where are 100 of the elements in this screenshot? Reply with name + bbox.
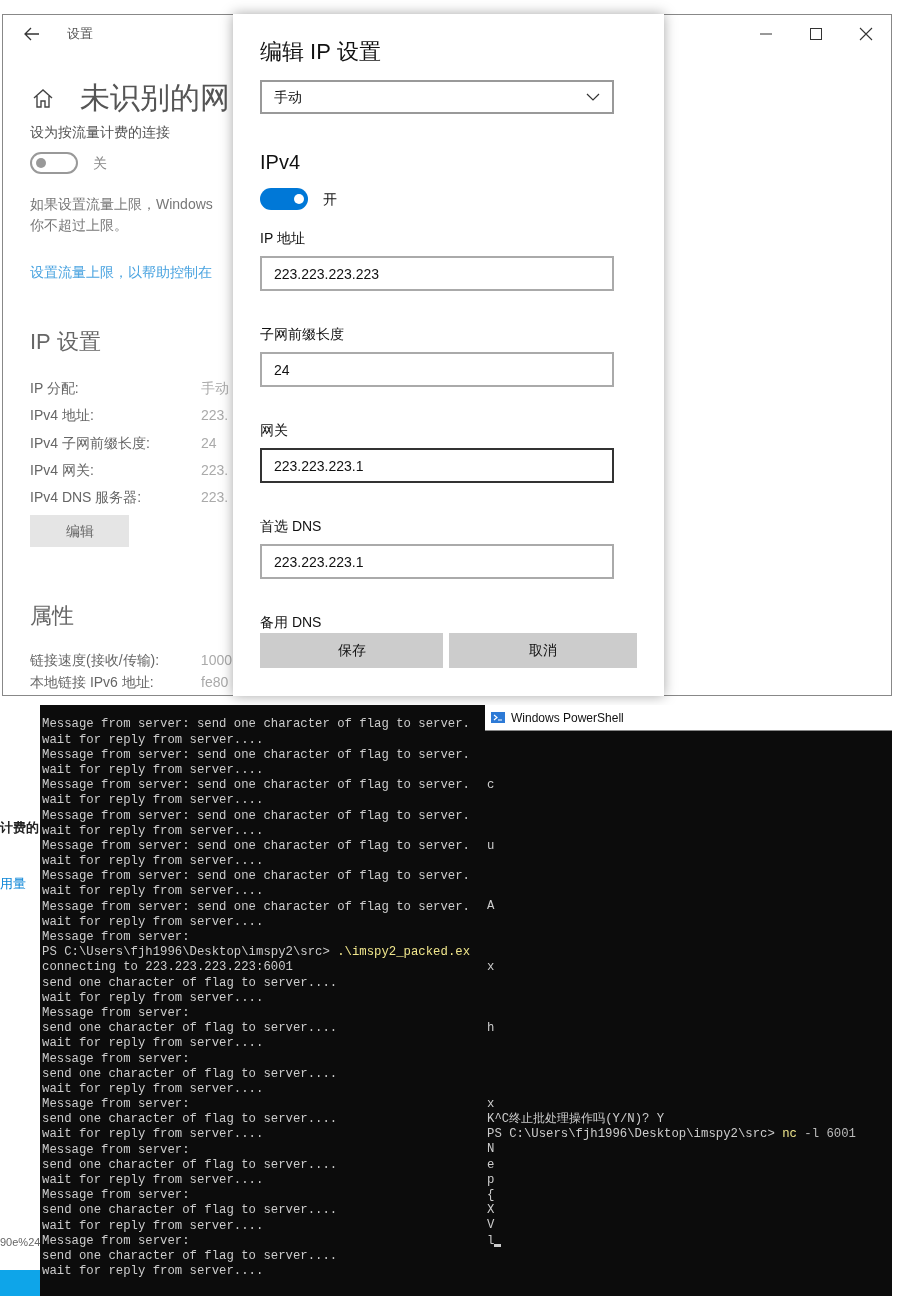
- property-label: 链接速度(接收/传输):: [30, 651, 161, 670]
- console-text: send one character of flag to server....: [42, 1021, 338, 1036]
- console-text: x: [487, 1096, 495, 1111]
- field-label: IP 地址: [260, 229, 306, 248]
- console-text: c: [487, 777, 495, 792]
- close-icon: [859, 27, 873, 41]
- text-fragment: 计费的: [0, 820, 39, 836]
- console-text: N: [487, 1142, 495, 1157]
- console-text: wait for reply from server....: [42, 1036, 264, 1051]
- text-field[interactable]: 24: [260, 352, 614, 387]
- section-heading: 属性: [30, 602, 75, 631]
- property-value: fe80: [201, 673, 229, 692]
- console-command: nc: [782, 1127, 797, 1143]
- console-text: wait for reply from server....: [42, 823, 264, 838]
- console-text: wait for reply from server....: [42, 1218, 264, 1233]
- console-text: wait for reply from server....: [42, 854, 264, 869]
- console-text: wait for reply from server....: [42, 914, 264, 929]
- console-text: Message from server:: [42, 1005, 190, 1020]
- taskbar-strip: [0, 1270, 40, 1296]
- property-label: IPv4 网关:: [30, 461, 95, 481]
- section-heading: IP 设置: [30, 328, 102, 356]
- page-title: 未识别的网: [80, 80, 230, 116]
- property-value: 223.: [201, 488, 229, 508]
- console-text: Message from server: send one character of flag to server.: [42, 778, 470, 793]
- save-button[interactable]: 保存: [260, 633, 443, 668]
- console-text: e: [487, 1157, 495, 1172]
- console-text: Message from server:: [42, 930, 190, 944]
- property-value: 1000: [200, 651, 232, 670]
- toggle-label: 开: [323, 189, 337, 209]
- field-label: 子网前缀长度: [260, 325, 345, 344]
- field-label: 备用 DNS: [260, 613, 323, 632]
- window-title: 设置: [67, 25, 93, 44]
- setting-label: 设为按流量计费的连接: [30, 123, 171, 142]
- property-label: IPv4 子网前缀长度:: [30, 433, 151, 453]
- console-text: send one character of flag to server....: [42, 1157, 338, 1172]
- console-text: send one character of flag to server....: [42, 1112, 338, 1127]
- console-text: Message from server: send one character of flag to server.: [42, 808, 470, 823]
- property-value: 手动: [201, 379, 229, 399]
- window-title: Windows PowerShell: [511, 709, 624, 727]
- mode-dropdown[interactable]: 手动: [260, 80, 614, 114]
- console-text: wait for reply from server....: [42, 990, 264, 1005]
- console-text: x: [487, 960, 495, 975]
- console-text: wait for reply from server....: [42, 1173, 264, 1187]
- console-text: wait for reply from server....: [42, 1127, 264, 1142]
- console-text: send one character of flag to server....: [42, 1066, 338, 1081]
- console-text: send one character of flag to server....: [42, 975, 338, 990]
- text-field[interactable]: 223.223.223.1: [260, 448, 614, 483]
- dialog-title: 编辑 IP 设置: [260, 38, 382, 66]
- property-value: 24: [201, 433, 217, 453]
- console-text: wait for reply from server....: [42, 1264, 264, 1279]
- console-args: -l 6001: [803, 1127, 856, 1143]
- console-text: wait for reply from server....: [42, 762, 264, 777]
- console-text: X: [487, 1203, 495, 1218]
- property-value: 223.: [201, 461, 229, 481]
- maximize-icon: [809, 27, 823, 41]
- console-text: Message from server:: [42, 1142, 190, 1157]
- console-text: Message from server:: [42, 1051, 190, 1066]
- toggle-switch[interactable]: [260, 188, 308, 210]
- section-heading: IPv4: [260, 150, 302, 175]
- home-icon: [32, 88, 54, 108]
- console-text: send one character of flag to server....: [42, 1203, 338, 1218]
- console-text: Message from server:: [42, 1188, 190, 1203]
- property-value: 223.: [201, 406, 229, 426]
- console-text: u: [487, 838, 495, 853]
- text-field[interactable]: 223.223.223.223: [260, 256, 614, 291]
- console-command: .\imspy2_packed.ex: [337, 945, 470, 961]
- console-text: connecting to 223.223.223.223:6001: [42, 960, 293, 975]
- field-label: 首选 DNS: [260, 517, 323, 536]
- console-prompt: PS C:\Users\fjh1996\Desktop\imspy2\src>: [42, 945, 331, 961]
- property-label: IPv4 地址:: [30, 406, 95, 426]
- console-text: Message from server:: [42, 1097, 190, 1112]
- text-fragment: 90e%24: [0, 1235, 41, 1250]
- field-label: 网关: [260, 421, 289, 440]
- text-cursor: [494, 1243, 502, 1247]
- terminal-icon: [491, 712, 505, 723]
- console-text: wait for reply from server....: [42, 884, 264, 899]
- console-text: Message from server: send one character of flag to server.: [42, 747, 470, 762]
- console-text: wait for reply from server....: [42, 793, 264, 808]
- console-text: Message from server: send one character of flag to server.: [42, 838, 470, 853]
- text-field[interactable]: 223.223.223.1: [260, 544, 614, 579]
- console-text: K^C终止批处理操作吗(Y/N)? Y: [487, 1112, 665, 1127]
- console-text: Message from server:: [42, 1233, 190, 1248]
- description-text: 如果设置流量上限，Windows 你不超过上限。: [30, 195, 214, 235]
- console-text: l: [487, 1233, 495, 1249]
- console-prompt: PS C:\Users\fjh1996\Desktop\imspy2\src>: [487, 1127, 776, 1143]
- console-text: wait for reply from server....: [42, 732, 264, 747]
- console-text: Message from server: send one character of flag to server.: [42, 717, 470, 732]
- console-text: send one character of flag to server....: [42, 1248, 338, 1263]
- toggle-switch[interactable]: [30, 152, 78, 174]
- property-label: IPv4 DNS 服务器:: [30, 488, 143, 508]
- cancel-button[interactable]: 取消: [449, 633, 637, 668]
- console-text: p: [487, 1172, 495, 1187]
- text-fragment: 用量: [0, 876, 26, 892]
- property-label: IP 分配:: [30, 379, 80, 399]
- chevron-down-icon: [586, 93, 600, 101]
- back-arrow-icon: [24, 27, 40, 41]
- toggle-label: 关: [93, 153, 107, 173]
- console-text: wait for reply from server....: [42, 1081, 264, 1096]
- console-text: Message from server: send one character of flag to server.: [42, 899, 470, 914]
- edit-button[interactable]: 编辑: [30, 515, 129, 548]
